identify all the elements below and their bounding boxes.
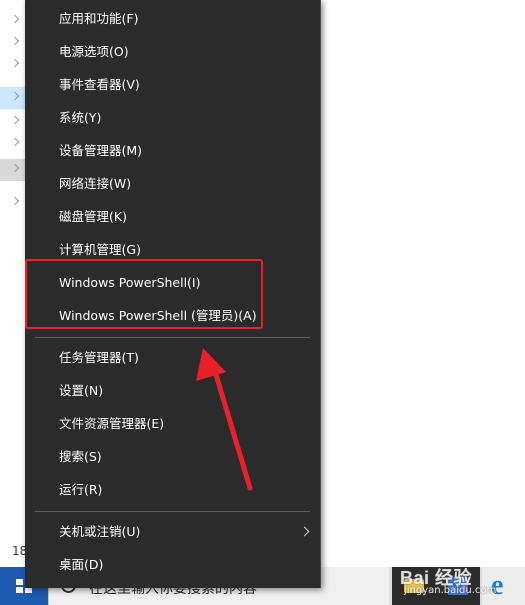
menu-item-device-manager[interactable]: 设备管理器(M) [25,134,320,167]
tree-row[interactable] [0,54,26,76]
menu-item-settings[interactable]: 设置(N) [25,374,320,407]
baidu-jingyan-watermark: Bai 经验 jingyan.baidu.com [398,560,518,602]
chevron-right-icon[interactable] [10,196,20,206]
tree-row[interactable] [0,32,26,54]
menu-item-file-explorer[interactable]: 文件资源管理器(E) [25,407,320,440]
menu-item-event-viewer[interactable]: 事件查看器(V) [25,68,320,101]
chevron-right-icon[interactable] [10,91,20,101]
annotation-highlight-box [25,259,263,329]
menu-item-shutdown-signout[interactable]: 关机或注销(U) [25,515,320,548]
tree-row[interactable] [0,133,26,155]
chevron-right-icon[interactable] [10,58,20,68]
chevron-right-icon [299,526,310,537]
chevron-right-icon[interactable] [10,36,20,46]
menu-item-search[interactable]: 搜索(S) [25,440,320,473]
chevron-right-icon[interactable] [10,115,20,125]
menu-separator [35,337,310,338]
menu-item-system[interactable]: 系统(Y) [25,101,320,134]
tree-row-selected[interactable] [0,87,26,109]
chevron-right-icon[interactable] [10,14,20,24]
tree-row[interactable] [0,192,26,214]
menu-item-network-connections[interactable]: 网络连接(W) [25,167,320,200]
menu-item-desktop[interactable]: 桌面(D) [25,548,320,581]
screen: 18 在这里输入你要搜索的内容 e 应用和功能(F) 电源选项(O) 事件查看器… [0,0,525,605]
watermark-url: jingyan.baidu.com [404,585,497,596]
menu-item-label: 关机或注销(U) [59,524,141,539]
menu-item-disk-management[interactable]: 磁盘管理(K) [25,200,320,233]
menu-separator [35,511,310,512]
menu-item-task-manager[interactable]: 任务管理器(T) [25,341,320,374]
menu-item-power-options[interactable]: 电源选项(O) [25,35,320,68]
tree-row[interactable] [0,111,26,133]
tree-row[interactable] [0,10,26,32]
explorer-nav-pane: 18 [0,0,27,567]
chevron-right-icon[interactable] [10,137,20,147]
chevron-right-icon[interactable] [10,163,20,173]
menu-item-apps-features[interactable]: 应用和功能(F) [25,2,320,35]
menu-item-run[interactable]: 运行(R) [25,473,320,506]
tree-row-hover[interactable] [0,159,26,181]
